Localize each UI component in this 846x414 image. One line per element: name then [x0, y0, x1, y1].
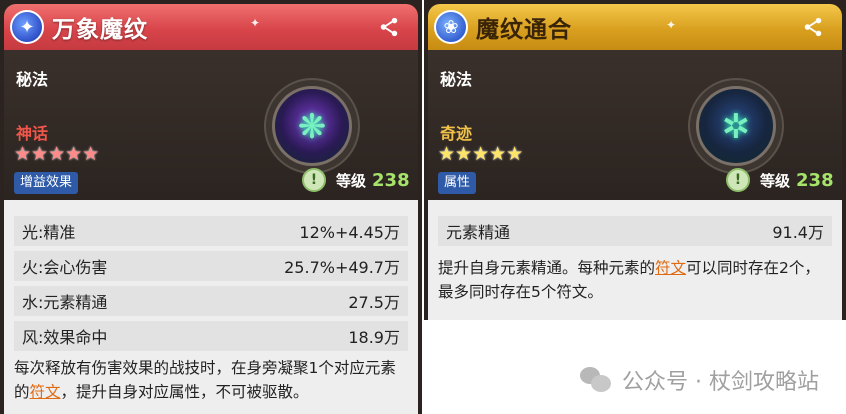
stat-value: 91.4万 [772, 223, 824, 242]
rune-keyword-link[interactable]: 符文 [655, 259, 686, 277]
stat-list: 光:精准 12%+4.45万 火:会心伤害 25.7%+49.7万 水:元素精通… [14, 216, 408, 356]
level-label: 等级 [760, 171, 791, 190]
skill-emblem-icon: ✲ [696, 86, 776, 166]
stars-icon: ★★★★★ [14, 143, 100, 165]
skill-card-left: ✦ 万象魔纹 ✦ 秘法 神话 ★★★★★ 增益效果 ❋ ! 等级 238 光:精… [0, 0, 422, 414]
effect-tag: 属性 [438, 172, 477, 194]
card-summary: 秘法 奇迹 ★★★★★ 属性 ✲ ! 等级 238 [428, 50, 842, 200]
skill-emblem-icon: ❋ [272, 86, 352, 166]
level-row: ! 等级 238 [726, 168, 834, 192]
skill-category: 秘法 [16, 70, 49, 89]
card-header: ❀ 魔纹通合 ✦ [428, 4, 842, 50]
stat-row: 光:精准 12%+4.45万 [14, 216, 408, 246]
skill-rarity: 神话 [16, 124, 49, 143]
stars-icon: ★★★★★ [438, 143, 524, 165]
card-header: ✦ 万象魔纹 ✦ [4, 4, 418, 50]
stat-name: 光:精准 [22, 223, 76, 242]
share-icon[interactable] [378, 16, 400, 38]
stat-value: 12%+4.45万 [299, 223, 400, 242]
star-rating: ★★★★★ [438, 144, 523, 164]
stat-row: 风:效果命中 18.9万 [14, 321, 408, 351]
skill-card-right: ❀ 魔纹通合 ✦ 秘法 奇迹 ★★★★★ 属性 ✲ ! 等级 238 元素精通 … [424, 0, 846, 320]
stat-name: 水:元素精通 [22, 293, 108, 312]
stat-value: 27.5万 [348, 293, 400, 312]
stat-row: 火:会心伤害 25.7%+49.7万 [14, 251, 408, 281]
level-label: 等级 [336, 171, 367, 190]
card-details: 元素精通 91.4万 提升自身元素精通。每种元素的符文可以同时存在2个，最多同时… [428, 200, 842, 320]
stat-name: 风:效果命中 [22, 328, 108, 347]
level-icon[interactable]: ! [726, 168, 750, 192]
skill-description: 提升自身元素精通。每种元素的符文可以同时存在2个，最多同时存在5个符文。 [438, 259, 820, 301]
level-value: 238 [796, 169, 834, 191]
card-title: 万象魔纹 [52, 17, 148, 43]
level-icon[interactable]: ! [302, 168, 326, 192]
card-details: 光:精准 12%+4.45万 火:会心伤害 25.7%+49.7万 水:元素精通… [4, 200, 418, 414]
skill-description: 每次释放有伤害效果的战技时，在身旁凝聚1个对应元素的符文，提升自身对应属性，不可… [14, 359, 396, 401]
card-title: 魔纹通合 [476, 17, 572, 43]
share-icon[interactable] [802, 16, 824, 38]
watermark-text: 公众号 · 杖剑攻略站 [622, 370, 819, 395]
sparkle-icon: ✦ [250, 16, 261, 30]
stat-value: 25.7%+49.7万 [284, 258, 400, 277]
stat-row: 元素精通 91.4万 [438, 216, 832, 246]
stat-row: 水:元素精通 27.5万 [14, 286, 408, 316]
skill-rarity: 奇迹 [440, 124, 473, 143]
card-summary: 秘法 神话 ★★★★★ 增益效果 ❋ ! 等级 238 [4, 50, 418, 200]
stat-list: 元素精通 91.4万 [438, 216, 832, 251]
skill-type-icon: ✦ [10, 10, 44, 44]
star-rating: ★★★★★ [14, 144, 99, 164]
skill-category: 秘法 [440, 70, 473, 89]
watermark: 公众号 · 杖剑攻略站 [580, 364, 819, 396]
rune-keyword-link[interactable]: 符文 [30, 383, 61, 401]
effect-tag: 增益效果 [14, 172, 79, 194]
skill-type-icon: ❀ [434, 10, 468, 44]
stat-name: 元素精通 [446, 223, 511, 242]
wechat-icon [580, 367, 612, 393]
level-row: ! 等级 238 [302, 168, 410, 192]
sparkle-icon: ✦ [666, 18, 677, 32]
stat-value: 18.9万 [348, 328, 400, 347]
level-value: 238 [372, 169, 410, 191]
stat-name: 火:会心伤害 [22, 258, 108, 277]
